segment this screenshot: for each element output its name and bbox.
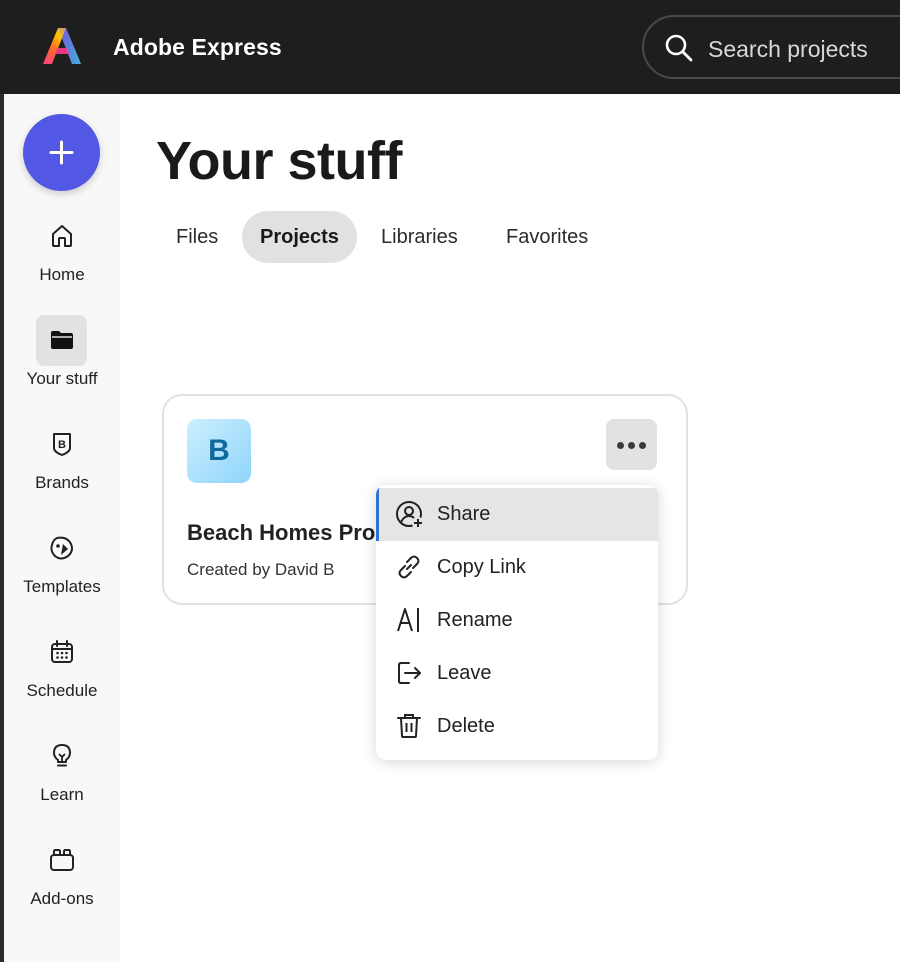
tab-files[interactable]: Files	[158, 211, 236, 263]
link-icon	[398, 555, 420, 579]
sidebar-item-add-ons[interactable]: Add-ons	[4, 835, 120, 925]
sidebar-item-brands[interactable]: B Brands	[4, 419, 120, 509]
sidebar-item-brands-icon-wrap: B	[36, 419, 87, 470]
menu-item-label: Delete	[437, 715, 495, 737]
adobe-express-logo-icon[interactable]	[42, 26, 82, 66]
sidebar-item-learn-icon-wrap	[36, 731, 87, 782]
top-bar: Adobe Express Search projects	[0, 0, 900, 94]
templates-icon	[50, 536, 73, 560]
leave-icon	[398, 662, 421, 684]
menu-item-leave[interactable]: Leave	[376, 647, 658, 700]
search-placeholder: Search projects	[708, 36, 868, 62]
lightbulb-icon	[53, 744, 71, 767]
sidebar-item-label: Home	[39, 265, 85, 284]
sidebar-item-label: Brands	[35, 473, 89, 492]
menu-item-copy-link[interactable]: Copy Link	[376, 541, 658, 594]
app-name: Adobe Express	[113, 34, 282, 60]
folder-icon	[51, 331, 73, 349]
brand-icon: B	[53, 433, 71, 456]
menu-item-label: Rename	[437, 609, 513, 631]
project-title[interactable]: Beach Homes Pro	[187, 520, 375, 546]
plus-icon	[49, 140, 74, 165]
create-button[interactable]	[23, 114, 100, 191]
sidebar-item-label: Templates	[23, 577, 101, 596]
sidebar-item-templates[interactable]: Templates	[4, 523, 120, 613]
page: Home Your stuff B Brands Templates Sched…	[4, 94, 900, 962]
project-avatar: B	[187, 419, 251, 483]
menu-item-label: Leave	[437, 662, 492, 684]
sidebar-item-label: Add-ons	[30, 889, 94, 908]
share-user-icon	[396, 501, 424, 529]
sidebar-item-home-icon-wrap	[36, 211, 87, 262]
search-icon	[665, 34, 693, 62]
search-input[interactable]: Search projects	[642, 15, 900, 79]
sidebar-item-label: Your stuff	[26, 369, 98, 388]
tab-libraries[interactable]: Libraries	[363, 211, 476, 263]
sidebar-item-learn[interactable]: Learn	[4, 731, 120, 821]
menu-item-delete[interactable]: Delete	[376, 700, 658, 753]
menu-item-share[interactable]: Share	[376, 488, 658, 541]
menu-item-rename[interactable]: Rename	[376, 594, 658, 647]
sidebar-item-label: Schedule	[26, 681, 98, 700]
calendar-icon	[51, 640, 73, 663]
sidebar-item-label: Learn	[40, 785, 84, 804]
tab-favorites[interactable]: Favorites	[488, 211, 606, 263]
page-title: Your stuff	[156, 131, 402, 191]
sidebar-item-home[interactable]: Home	[4, 211, 120, 301]
context-menu: Share Copy Link Rename Leave Delete	[376, 485, 658, 760]
tab-projects[interactable]: Projects	[242, 211, 357, 263]
sidebar-item-templates-icon-wrap	[36, 523, 87, 574]
menu-item-label: Copy Link	[437, 556, 526, 578]
sidebar: Home Your stuff B Brands Templates Sched…	[4, 94, 120, 962]
sidebar-item-add-ons-icon-wrap	[36, 835, 87, 886]
sidebar-item-your-stuff[interactable]: Your stuff	[4, 315, 120, 405]
rename-icon	[397, 608, 419, 632]
sidebar-item-schedule[interactable]: Schedule	[4, 627, 120, 717]
more-options-icon[interactable]	[606, 419, 657, 470]
svg-text:B: B	[58, 439, 66, 451]
menu-item-label: Share	[437, 503, 491, 525]
trash-icon	[397, 714, 421, 738]
home-icon	[52, 225, 72, 247]
project-subtitle: Created by David B	[187, 560, 335, 579]
sidebar-item-your-stuff-icon-wrap	[36, 315, 87, 366]
addons-icon	[50, 849, 74, 871]
sidebar-item-schedule-icon-wrap	[36, 627, 87, 678]
